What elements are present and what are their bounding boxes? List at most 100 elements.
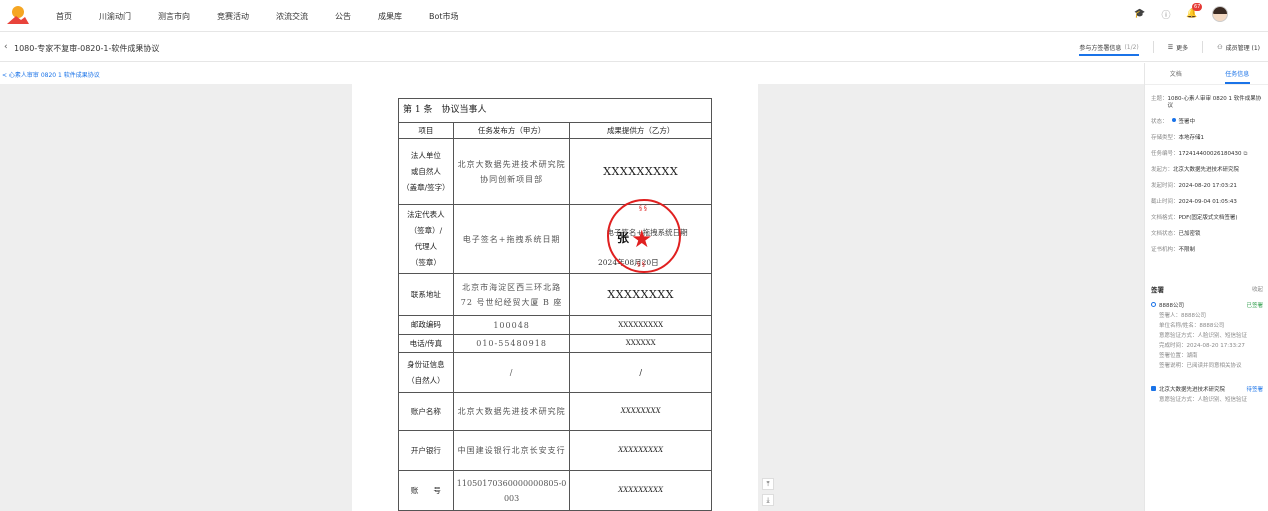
right-panel: 文档 任务信息 主题： 1080-心素人审审 0820 1 软件成果协议 状态：签…: [1144, 63, 1268, 511]
menu-icon: ☰: [1167, 43, 1174, 51]
party-b-id: /: [569, 352, 712, 393]
nav-item-announcement[interactable]: 公告: [335, 11, 351, 22]
info-row: 截止时间： 2024-09-04 01:05:43: [1151, 199, 1237, 205]
party-b-name: XXXXXXXXX: [569, 138, 712, 205]
nav-item-competition[interactable]: 竞赛活动: [217, 11, 249, 22]
nav-item-achievements[interactable]: 成果库: [378, 11, 402, 22]
download-icon[interactable]: ⤓: [762, 494, 774, 506]
party-a-address: 北京市海淀区西三环北路 72 号世纪经贸大厦 B 座: [452, 273, 571, 316]
nav-item-2[interactable]: 川渝动门: [99, 11, 131, 22]
header-item: 项目: [398, 122, 454, 139]
header-party-a: 任务发布方（甲方）: [452, 122, 571, 139]
collapse-button[interactable]: 收起: [1252, 285, 1263, 293]
table-row: 联系地址 北京市海淀区西三环北路 72 号世纪经贸大厦 B 座 XXXXXXXX: [398, 273, 712, 316]
logo-icon[interactable]: [6, 4, 30, 26]
table-row: 账 号 11050170360000000805-0003 XXXXXXXXX: [398, 470, 712, 511]
row-label: 身份证信息 （自然人）: [398, 352, 454, 393]
star-icon: ★: [631, 225, 653, 253]
graduation-cap-icon[interactable]: 🎓: [1134, 8, 1146, 20]
party-b-account-name: XXXXXXXX: [569, 392, 712, 431]
party-b-account-number: XXXXXXXXX: [569, 470, 712, 511]
party-a-id: /: [452, 352, 571, 393]
more-button[interactable]: ☰ 更多: [1168, 43, 1188, 52]
row-label: 账户名称: [398, 392, 454, 431]
signing-section: 签署 收起 8888公司 已签署 签署人：8888公司 单位名称/姓名：8888公…: [1151, 283, 1263, 405]
signer-item: 北京大数据先进技术研究院 待签署 意愿验证方式：人脸识别、短信验证: [1151, 385, 1263, 405]
signer-item: 8888公司 已签署 签署人：8888公司 单位名称/姓名：8888公司 意愿验证…: [1151, 301, 1263, 371]
row-label: 法定代表人 （签章）/代理人 （签章）: [398, 204, 454, 274]
row-label: 联系地址: [398, 273, 454, 316]
breadcrumb-row: < 心素人审审 0820 1 软件成果协议: [0, 63, 1144, 84]
tab-document[interactable]: 文档: [1145, 63, 1207, 84]
document-header: ‹ 1080-专家不复审-0820-1-软件成果协议 参与方签署信息 (1/2)…: [0, 33, 1268, 62]
info-row: 文档格式： PDF(固定版式文档签署): [1151, 215, 1238, 221]
info-row: 状态： 签署中: [1151, 118, 1196, 125]
member-manage-button[interactable]: ⚇ 成员管理 (1): [1217, 43, 1260, 52]
row-label: 法人单位 或自然人 （盖章/签字）: [398, 138, 454, 205]
party-a-phone: 010-55480918: [452, 334, 571, 353]
more-label: 更多: [1176, 44, 1189, 52]
nav-item-home[interactable]: 首页: [56, 11, 72, 22]
party-b-bank: XXXXXXXXX: [569, 430, 712, 471]
party-b-phone: XXXXXX: [569, 334, 712, 353]
row-label: 邮政编码: [398, 315, 454, 335]
info-row: 发起方： 北京大数据先进技术研究院: [1151, 167, 1240, 173]
tab-participants[interactable]: 参与方签署信息 (1/2): [1079, 33, 1139, 61]
nav-item-exchange[interactable]: 浓流交流: [276, 11, 308, 22]
red-seal-stamp[interactable]: § § § § ★ 张: [607, 199, 681, 273]
bell-icon[interactable]: 🔔 67: [1186, 3, 1203, 20]
agreement-table: 第 1 条 协议当事人 项目 任务发布方（甲方） 成果提供方（乙方） 法人单位或…: [398, 98, 712, 511]
table-row: 开户银行 中国建设银行北京长安支行 XXXXXXXXX: [398, 430, 712, 471]
table-row: 身份证信息 （自然人） / /: [398, 352, 712, 393]
scroll-top-icon[interactable]: ⤒: [762, 478, 774, 490]
row-label: 开户银行: [398, 430, 454, 471]
tab-participants-count: (1/2): [1124, 43, 1139, 51]
task-info: 主题： 1080-心素人审审 0820 1 软件成果协议 状态： 签署中 存储类型：…: [1145, 85, 1268, 254]
status-badge: 签署中: [1178, 119, 1196, 125]
party-a-bank: 中国建设银行北京长安支行: [452, 430, 571, 471]
table-row: 电话/传真 010-55480918 XXXXXX: [398, 334, 712, 353]
table-row: 法人单位 或自然人 （盖章/签字） 北京大数据先进技术研究院协同创新项目部 XXXX…: [398, 138, 712, 205]
info-icon[interactable]: ⓘ: [1160, 8, 1172, 21]
info-row: 证书机构： 不限制: [1151, 247, 1196, 253]
signing-title: 签署: [1151, 286, 1164, 294]
signer-name: 8888公司: [1159, 303, 1184, 309]
tab-task-info[interactable]: 任务信息: [1207, 63, 1268, 84]
signer-name: 北京大数据先进技术研究院: [1159, 387, 1226, 393]
nav-item-3[interactable]: 测言市向: [158, 11, 190, 22]
party-b-postcode: XXXXXXXXX: [569, 315, 712, 335]
page-nav: ⤒ ⤓: [762, 478, 776, 506]
table-row: 账户名称 北京大数据先进技术研究院 XXXXXXXX: [398, 392, 712, 431]
tab-participants-label: 参与方签署信息: [1079, 44, 1122, 52]
row-label: 账 号: [398, 470, 454, 511]
info-row: 存储类型： 本地存储1: [1151, 135, 1205, 141]
avatar[interactable]: [1212, 6, 1228, 22]
nav-item-bot-market[interactable]: Bot市场: [429, 11, 459, 22]
party-a-account-name: 北京大数据先进技术研究院: [452, 392, 571, 431]
top-navbar: 首页 川渝动门 测言市向 竞赛活动 浓流交流 公告 成果库 Bot市场 🎓 ⓘ …: [0, 0, 1268, 32]
task-number: 172414400026180430: [1178, 151, 1242, 157]
signer-status: 待签署: [1246, 387, 1263, 393]
header-party-b: 成果提供方（乙方）: [569, 122, 712, 139]
row-label: 电话/传真: [398, 334, 454, 353]
users-icon: ⚇: [1217, 43, 1223, 51]
signer-status: 已签署: [1246, 303, 1263, 309]
info-row: 主题： 1080-心素人审审 0820 1 软件成果协议: [1151, 96, 1262, 109]
table-row: 邮政编码 100048 XXXXXXXXX: [398, 315, 712, 335]
breadcrumb[interactable]: < 心素人审审 0820 1 软件成果协议: [2, 70, 100, 79]
party-b-address: XXXXXXXX: [569, 273, 712, 316]
back-icon[interactable]: ‹: [4, 42, 8, 52]
info-row: 发起时间： 2024-08-20 17:03:21: [1151, 183, 1237, 189]
party-a-account-number: 11050170360000000805-0003: [452, 470, 571, 511]
party-a-representative: 电子签名+拖拽系统日期: [452, 204, 571, 274]
handwritten-signature: 张: [617, 231, 630, 245]
document-title: 1080-专家不复审-0820-1-软件成果协议: [14, 44, 160, 53]
party-a-postcode: 100048: [452, 315, 571, 335]
party-a-name: 北京大数据先进技术研究院协同创新项目部: [452, 138, 571, 205]
info-row: 文档状态： 已加密锁: [1151, 231, 1201, 237]
member-manage-label: 成员管理 (1): [1225, 44, 1260, 52]
notification-badge: 67: [1192, 3, 1203, 11]
info-row: 任务编号： 172414400026180430 ⧉: [1151, 151, 1248, 158]
copy-icon[interactable]: ⧉: [1244, 151, 1248, 158]
table-caption: 第 1 条 协议当事人: [398, 98, 712, 123]
